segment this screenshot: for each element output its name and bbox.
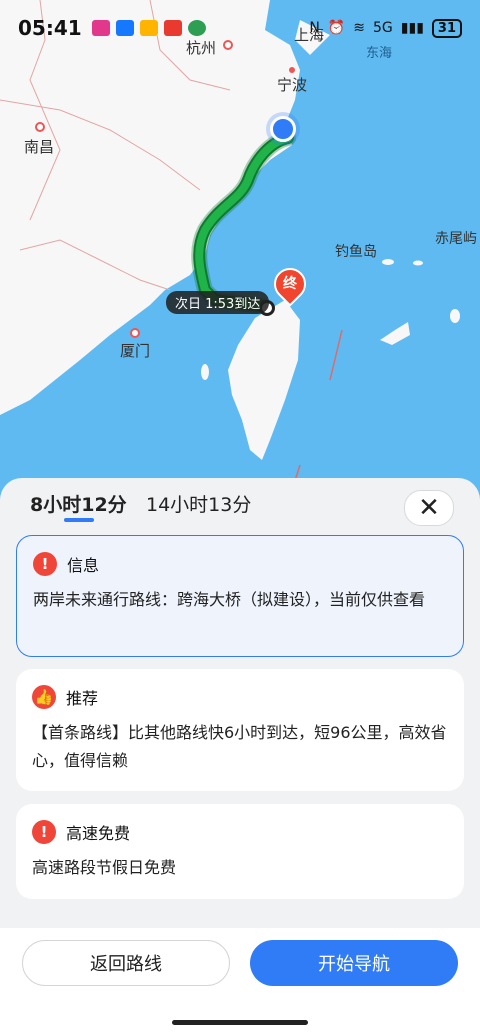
signal-icon: ▮▮▮	[400, 20, 424, 36]
map-label-east-sea: 东海	[366, 46, 393, 61]
toll-free-card[interactable]: ! 高速免费 高速路段节假日免费	[16, 804, 464, 899]
app-notification-icon	[139, 20, 158, 36]
toll-free-card-title: 高速免费	[66, 824, 131, 843]
close-icon: ✕	[418, 493, 440, 523]
recommend-card-text: 【首条路线】比其他路线快6小时到达，短96公里，高效省心，值得信赖	[32, 723, 447, 770]
info-card[interactable]: ! 信息 两岸未来通行路线：跨海大桥（拟建设），当前仅供查看	[16, 535, 464, 657]
network-label: 5G	[373, 20, 393, 36]
map-label-shanghai: 上海	[294, 26, 325, 44]
close-button[interactable]: ✕	[404, 490, 454, 526]
map-label-chiwei: 赤尾屿	[435, 231, 477, 247]
status-bar: 05:41 N ⏰ ≋ 5G ▮▮▮ 31	[0, 0, 480, 56]
map-label-diaoyu: 钓鱼岛	[335, 244, 377, 260]
route-tabs: 8小时12分 14小时13分 ✕	[0, 478, 480, 528]
battery-icon: 31	[431, 18, 462, 38]
back-to-routes-button[interactable]: 返回路线	[22, 940, 230, 986]
home-indicator[interactable]	[172, 1020, 308, 1025]
end-marker-label: 终	[283, 276, 297, 292]
wifi-icon: ≋	[353, 20, 366, 36]
app-notification-icon	[163, 20, 182, 36]
tab-route-2[interactable]: 14小时13分	[146, 490, 251, 517]
bottom-action-bar: 返回路线 开始导航	[0, 928, 480, 1036]
map-view[interactable]: 05:41 N ⏰ ≋ 5G ▮▮▮ 31 上海 杭州 宁波 东海 南昌 钓鱼岛…	[0, 0, 480, 520]
start-navigation-button[interactable]: 开始导航	[250, 940, 458, 986]
app-notification-icon	[91, 20, 110, 36]
map-label-xiamen: 厦门	[120, 342, 151, 360]
warning-icon: !	[32, 820, 56, 844]
warning-icon: !	[33, 552, 57, 576]
active-tab-indicator	[64, 518, 94, 522]
toll-free-card-text: 高速路段节假日免费	[32, 858, 177, 877]
app-notification-icon	[187, 20, 206, 36]
info-card-text: 两岸未来通行路线：跨海大桥（拟建设），当前仅供查看	[33, 590, 426, 609]
recommend-card[interactable]: 👍 推荐 【首条路线】比其他路线快6小时到达，短96公里，高效省心，值得信赖	[16, 669, 464, 791]
alipay-icon	[115, 20, 134, 36]
map-label-hangzhou: 杭州	[186, 39, 217, 57]
start-location-marker[interactable]	[270, 116, 296, 142]
info-card-title: 信息	[67, 556, 100, 575]
eta-tag: 次日 1:53到达	[166, 291, 270, 314]
notification-icons	[91, 20, 206, 36]
thumbs-up-icon: 👍	[32, 685, 56, 709]
map-label-ningbo: 宁波	[277, 76, 308, 94]
tab-route-1[interactable]: 8小时12分	[30, 490, 127, 517]
recommend-card-title: 推荐	[66, 689, 99, 708]
alarm-icon: ⏰	[327, 20, 346, 36]
map-canvas[interactable]	[0, 0, 480, 520]
map-label-nanchang: 南昌	[24, 138, 55, 156]
status-time: 05:41	[18, 16, 82, 40]
